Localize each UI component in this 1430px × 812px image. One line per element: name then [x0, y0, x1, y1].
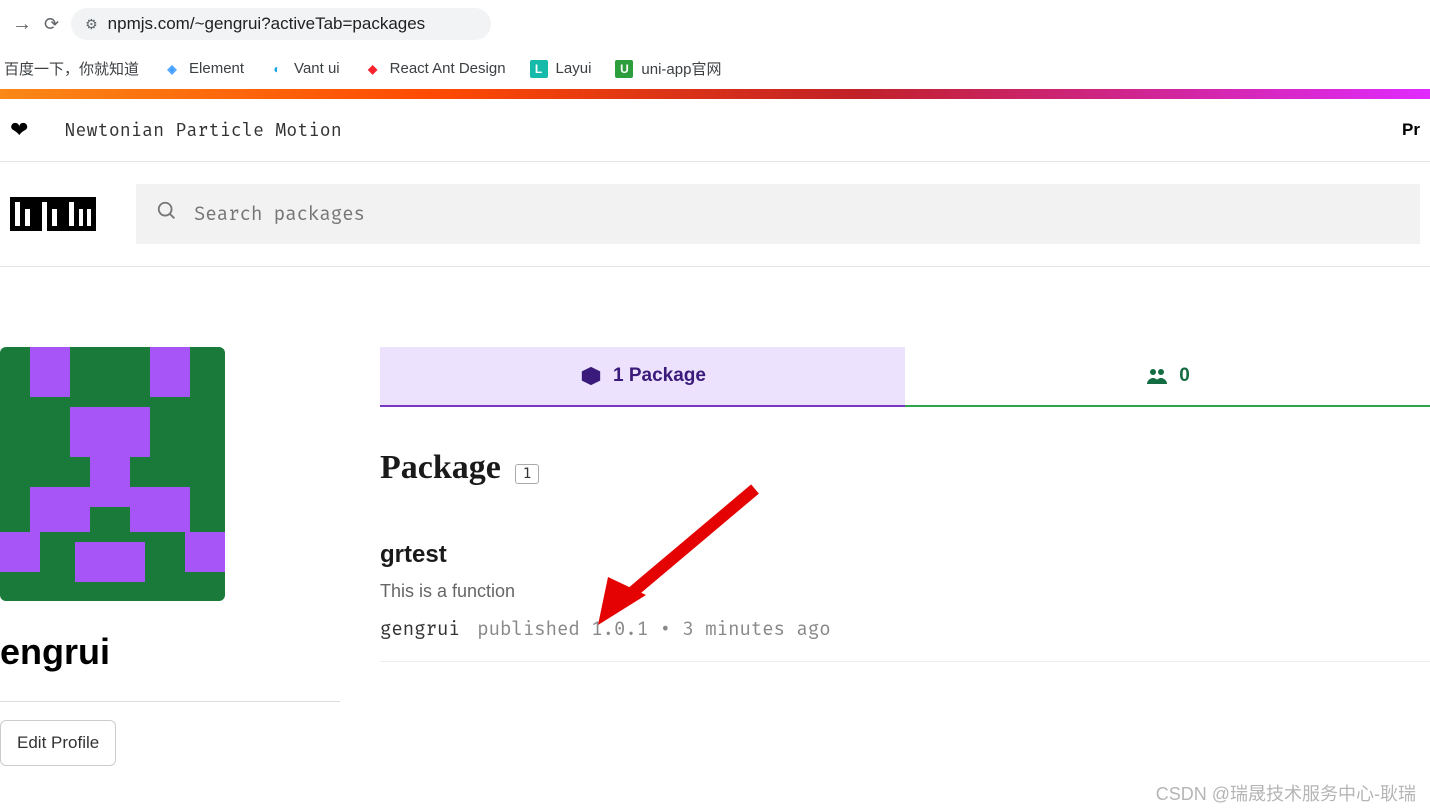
tab-packages-label: 1 Package — [613, 365, 706, 387]
uniapp-icon: U — [615, 60, 633, 78]
npm-logo[interactable] — [10, 197, 96, 231]
username: engrui — [0, 631, 340, 673]
search-icon — [156, 200, 178, 228]
profile-sidebar: engrui Edit Profile — [0, 347, 340, 766]
bookmark-baidu[interactable]: 百度一下，你就知道 — [4, 58, 139, 79]
avatar — [0, 347, 225, 601]
site-settings-icon[interactable]: ⚙ — [85, 16, 98, 33]
vant-icon: ◐ — [268, 60, 286, 78]
divider — [0, 701, 340, 702]
meta-separator: • — [660, 618, 671, 641]
npm-header: ❤ Newtonian Particle Motion Pr — [0, 99, 1430, 162]
organizations-icon — [1145, 366, 1169, 386]
element-icon: ◈ — [163, 60, 181, 78]
pro-link[interactable]: Pr — [1402, 120, 1420, 140]
content: engrui Edit Profile 1 Package 0 Package … — [0, 267, 1430, 766]
bookmarks-bar: 百度一下，你就知道 ◈ Element ◐ Vant ui ◆ React An… — [0, 48, 1430, 89]
package-author[interactable]: gengrui — [380, 618, 460, 641]
section-title: Package — [380, 449, 501, 487]
address-bar[interactable]: ⚙ npmjs.com/~gengrui?activeTab=packages — [71, 8, 491, 40]
package-meta: gengrui published 1.0.1 • 3 minutes ago — [380, 618, 1430, 641]
bookmark-layui[interactable]: L Layui — [530, 60, 592, 78]
search-box[interactable] — [136, 184, 1420, 244]
package-version: 1.0.1 — [591, 618, 648, 641]
bookmark-label: 百度一下，你就知道 — [4, 58, 139, 79]
bookmark-element[interactable]: ◈ Element — [163, 60, 244, 78]
search-input[interactable] — [194, 203, 1400, 226]
packages-icon — [579, 365, 603, 387]
tabs: 1 Package 0 — [380, 347, 1430, 407]
npm-gradient-bar — [0, 89, 1430, 99]
forward-icon[interactable]: → — [12, 13, 32, 36]
main-column: 1 Package 0 Package 1 grtest This is a f… — [340, 347, 1430, 766]
url-text: npmjs.com/~gengrui?activeTab=packages — [108, 14, 426, 34]
heart-icon[interactable]: ❤ — [10, 117, 28, 143]
watermark: CSDN @瑞晟技术服务中心-耿瑞 — [1156, 780, 1416, 806]
bookmark-label: Vant ui — [294, 60, 340, 77]
bookmark-uniapp[interactable]: U uni-app官网 — [615, 58, 721, 79]
package-name[interactable]: grtest — [380, 541, 1430, 569]
package-description: This is a function — [380, 581, 1430, 602]
bookmark-react-ant[interactable]: ◆ React Ant Design — [364, 60, 506, 78]
reload-icon[interactable]: ⟳ — [44, 14, 59, 35]
tab-packages[interactable]: 1 Package — [380, 347, 905, 407]
package-divider — [380, 661, 1430, 662]
package-time: 3 minutes ago — [682, 618, 830, 641]
tab-organizations[interactable]: 0 — [905, 347, 1430, 407]
edit-profile-button[interactable]: Edit Profile — [0, 720, 116, 766]
bookmark-label: Layui — [556, 60, 592, 77]
antd-icon: ◆ — [364, 60, 382, 78]
package-item: grtest This is a function gengrui publis… — [380, 541, 1430, 641]
tab-orgs-count: 0 — [1179, 365, 1190, 387]
section-count-badge: 1 — [515, 464, 539, 484]
search-row — [0, 162, 1430, 267]
published-word: published — [477, 618, 580, 641]
bookmark-vant[interactable]: ◐ Vant ui — [268, 60, 340, 78]
layui-icon: L — [530, 60, 548, 78]
bookmark-label: Element — [189, 60, 244, 77]
section-header: Package 1 — [380, 449, 1430, 487]
bookmark-label: React Ant Design — [390, 60, 506, 77]
bookmark-label: uni-app官网 — [641, 58, 721, 79]
npm-tagline: Newtonian Particle Motion — [64, 119, 342, 141]
browser-toolbar: → ⟳ ⚙ npmjs.com/~gengrui?activeTab=packa… — [0, 0, 1430, 48]
